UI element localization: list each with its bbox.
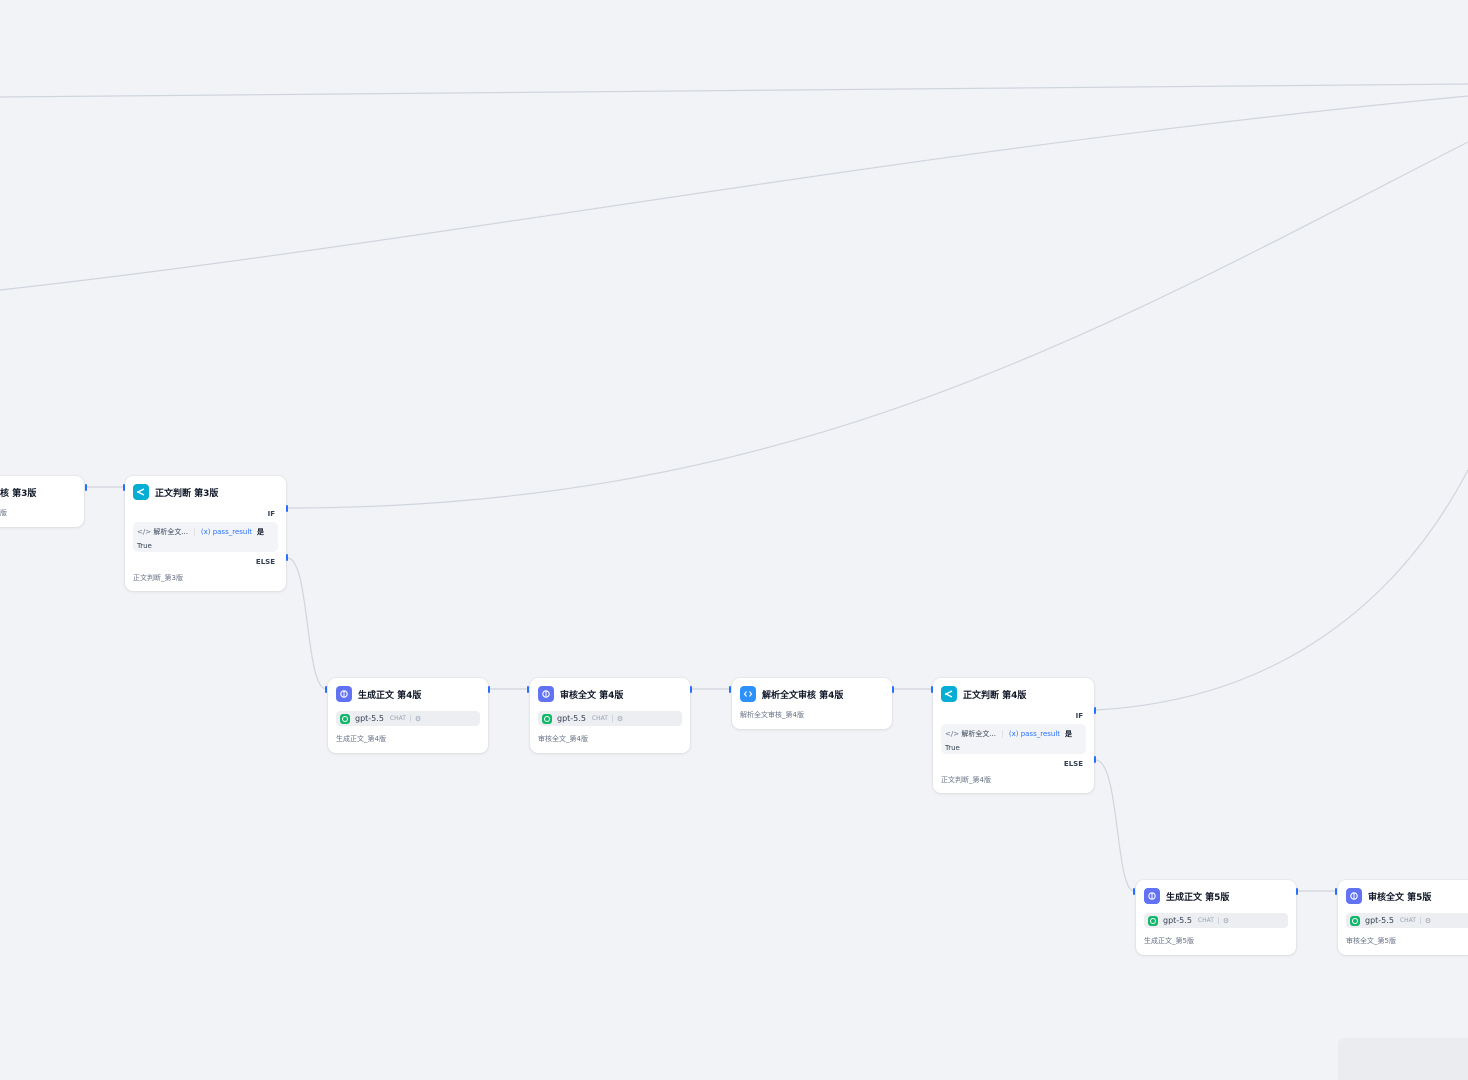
condition-value: True xyxy=(137,542,152,550)
settings-icon[interactable]: ⚙ xyxy=(415,715,421,723)
brain-icon xyxy=(1346,888,1362,904)
code-icon: </> xyxy=(137,528,152,536)
input-handle[interactable] xyxy=(527,686,529,693)
output-handle[interactable] xyxy=(1296,888,1298,895)
variable-icon: (x) xyxy=(1008,730,1019,738)
openai-icon xyxy=(340,713,350,724)
node-description: 生成正文_第5版 xyxy=(1144,937,1194,945)
else-output-handle[interactable] xyxy=(1094,756,1096,763)
node-llm-generate-v5[interactable]: 生成正文 第5版 gpt-5.5 CHAT ⚙ 生成正文_第5版 xyxy=(1136,880,1296,955)
model-mode: CHAT xyxy=(1400,917,1421,924)
condition-var: pass_result xyxy=(212,528,253,536)
condition-source: 解析全文... xyxy=(961,730,997,738)
output-handle[interactable] xyxy=(892,686,894,693)
openai-icon xyxy=(1350,915,1360,926)
node-title: 审核全文 第4版 xyxy=(560,690,624,701)
minimap[interactable] xyxy=(1338,1038,1468,1080)
model-selector[interactable]: gpt-5.5 CHAT ⚙ xyxy=(1346,913,1468,928)
settings-icon[interactable]: ⚙ xyxy=(617,715,623,723)
model-selector[interactable]: gpt-5.5 CHAT ⚙ xyxy=(336,711,480,726)
input-handle[interactable] xyxy=(729,686,731,693)
openai-icon xyxy=(1148,915,1158,926)
settings-icon[interactable]: ⚙ xyxy=(1425,917,1431,925)
edge-judge4-if xyxy=(1095,469,1468,711)
condition-box[interactable]: </> 解析全文... | (x) pass_result 是 True xyxy=(133,522,278,552)
model-name: gpt-5.5 xyxy=(355,714,384,723)
node-title: 正文判断 第4版 xyxy=(963,690,1027,701)
input-handle[interactable] xyxy=(123,484,125,491)
edge-long-1 xyxy=(0,83,1468,98)
condition-box[interactable]: </> 解析全文... | (x) pass_result 是 True xyxy=(941,724,1086,754)
code-icon xyxy=(740,686,756,702)
brain-icon xyxy=(1144,888,1160,904)
condition-variable: </> 解析全文... | (x) pass_result xyxy=(137,528,253,536)
brain-icon xyxy=(336,686,352,702)
model-mode: CHAT xyxy=(1198,917,1219,924)
model-mode: CHAT xyxy=(592,715,613,722)
node-title: 审核全文 第5版 xyxy=(1368,892,1432,903)
if-branch-label: IF xyxy=(267,510,275,518)
node-description: 生成正文_第4版 xyxy=(336,735,386,743)
condition-source: 解析全文... xyxy=(153,528,189,536)
condition-variable: </> 解析全文... | (x) pass_result xyxy=(945,730,1061,738)
edge-judge3-if xyxy=(287,141,1468,509)
node-audit-v3[interactable]: 核 第3版 版 xyxy=(0,476,84,527)
input-handle[interactable] xyxy=(931,686,933,693)
else-branch-label: ELSE xyxy=(255,558,275,566)
input-handle[interactable] xyxy=(325,686,327,693)
condition-operator: 是 xyxy=(1065,730,1072,738)
node-description: 正文判断_第3版 xyxy=(133,574,183,582)
edge-long-2 xyxy=(0,95,1468,291)
model-name: gpt-5.5 xyxy=(1163,916,1192,925)
if-output-handle[interactable] xyxy=(286,505,288,512)
output-handle[interactable] xyxy=(85,484,87,491)
node-ifelse-v3[interactable]: 正文判断 第3版 IF </> 解析全文... | (x) pass_resul… xyxy=(125,476,286,591)
node-description: 版 xyxy=(0,509,7,517)
model-name: gpt-5.5 xyxy=(1365,916,1394,925)
node-code-parse-v4[interactable]: 解析全文审核 第4版 解析全文审核_第4版 xyxy=(732,678,892,729)
model-name: gpt-5.5 xyxy=(557,714,586,723)
edge-judge4-else xyxy=(1095,759,1135,892)
branch-icon xyxy=(941,686,957,702)
branch-icon xyxy=(133,484,149,500)
node-description: 解析全文审核_第4版 xyxy=(740,711,804,719)
brain-icon xyxy=(538,686,554,702)
node-llm-audit-v4[interactable]: 审核全文 第4版 gpt-5.5 CHAT ⚙ 审核全文_第4版 xyxy=(530,678,690,753)
output-handle[interactable] xyxy=(488,686,490,693)
variable-icon: (x) xyxy=(200,528,211,536)
condition-value: True xyxy=(945,744,960,752)
node-title: 生成正文 第5版 xyxy=(1166,892,1230,903)
else-branch-label: ELSE xyxy=(1063,760,1083,768)
model-selector[interactable]: gpt-5.5 CHAT ⚙ xyxy=(538,711,682,726)
settings-icon[interactable]: ⚙ xyxy=(1223,917,1229,925)
node-title: 正文判断 第3版 xyxy=(155,488,219,499)
input-handle[interactable] xyxy=(1335,888,1337,895)
node-llm-audit-v5[interactable]: 审核全文 第5版 gpt-5.5 CHAT ⚙ 审核全文_第5版 xyxy=(1338,880,1468,955)
node-description: 正文判断_第4版 xyxy=(941,776,991,784)
model-mode: CHAT xyxy=(390,715,411,722)
workflow-canvas[interactable]: 核 第3版 版 正文判断 第3版 IF </> 解析全文... | (x) pa… xyxy=(0,0,1468,1080)
openai-icon xyxy=(542,713,552,724)
node-title: 解析全文审核 第4版 xyxy=(762,690,844,701)
edge-judge3-else xyxy=(287,557,327,690)
if-branch-label: IF xyxy=(1075,712,1083,720)
code-icon: </> xyxy=(945,730,960,738)
node-title: 生成正文 第4版 xyxy=(358,690,422,701)
node-ifelse-v4[interactable]: 正文判断 第4版 IF </> 解析全文... | (x) pass_resul… xyxy=(933,678,1094,793)
node-description: 审核全文_第5版 xyxy=(1346,937,1396,945)
condition-var: pass_result xyxy=(1020,730,1061,738)
model-selector[interactable]: gpt-5.5 CHAT ⚙ xyxy=(1144,913,1288,928)
condition-operator: 是 xyxy=(257,528,264,536)
input-handle[interactable] xyxy=(1133,888,1135,895)
node-llm-generate-v4[interactable]: 生成正文 第4版 gpt-5.5 CHAT ⚙ 生成正文_第4版 xyxy=(328,678,488,753)
output-handle[interactable] xyxy=(690,686,692,693)
else-output-handle[interactable] xyxy=(286,554,288,561)
if-output-handle[interactable] xyxy=(1094,707,1096,714)
node-title: 核 第3版 xyxy=(0,489,37,499)
node-description: 审核全文_第4版 xyxy=(538,735,588,743)
